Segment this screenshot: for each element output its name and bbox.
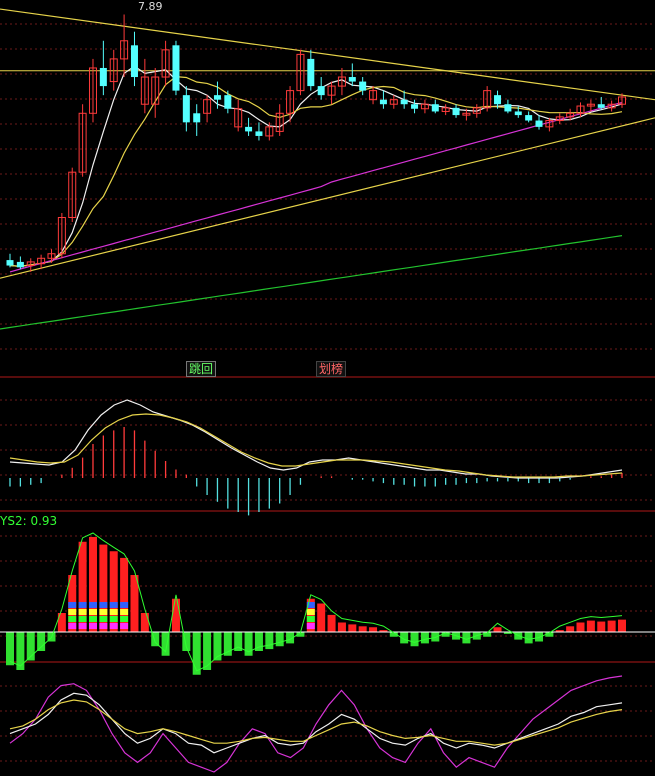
ys2-bar — [192, 632, 201, 675]
macd-dif-line — [9, 399, 623, 479]
ys2-bar — [410, 632, 419, 647]
ys2-bar — [524, 632, 533, 644]
ys2-stack-segment — [109, 609, 118, 615]
ys2-bar — [265, 632, 274, 650]
ys2-bar — [462, 632, 471, 644]
ys2-bar — [337, 622, 346, 632]
high-price-label: 7.89 — [138, 0, 163, 13]
ys2-bar — [317, 603, 326, 632]
ys2-bar — [275, 632, 284, 647]
candle-body — [255, 131, 263, 136]
candle-body — [504, 104, 512, 112]
ys2-bar — [171, 598, 180, 632]
candle-body — [213, 95, 221, 100]
candle-body — [99, 67, 107, 87]
candle-body — [16, 261, 24, 268]
support-trendline — [0, 117, 655, 279]
ys2-bar — [130, 575, 139, 632]
ys2-stack-segment — [306, 609, 315, 615]
ys2-stack-segment — [88, 609, 97, 615]
kdj-j-line — [9, 675, 623, 773]
ys2-bar — [327, 614, 336, 632]
macd-dea-line — [9, 413, 623, 478]
signal-tag-red: 划榜 — [316, 361, 347, 377]
resistance-trendline — [0, 8, 655, 101]
candle-body — [130, 45, 138, 78]
candle-body — [400, 99, 408, 105]
ys2-bar — [420, 632, 429, 644]
ys2-stack-segment — [68, 616, 77, 622]
ma10-line — [9, 75, 623, 268]
ys2-stack-segment — [99, 609, 108, 615]
ys2-stack-segment — [120, 609, 129, 615]
candle-body — [452, 107, 460, 116]
candle-body — [359, 81, 367, 91]
candle-body — [514, 111, 522, 116]
candle-body — [411, 104, 419, 109]
ys2-stack-segment — [120, 602, 129, 608]
ys2-stack-segment — [88, 616, 97, 622]
candle-body — [193, 113, 201, 123]
ys2-bar — [607, 620, 616, 632]
candle-body — [535, 120, 543, 127]
ys2-bar — [358, 626, 367, 632]
ys2-bar — [140, 613, 149, 632]
ys2-bar — [597, 621, 606, 632]
ys2-bar — [566, 626, 575, 632]
candle-body — [182, 95, 190, 123]
ys2-bar — [37, 632, 46, 651]
signal-tag-jump: 跳回 — [186, 361, 217, 377]
candle-body — [224, 95, 232, 109]
candle-body — [525, 115, 533, 121]
candle-body — [348, 77, 356, 82]
ys2-stack-segment — [78, 602, 87, 608]
ys2-stack-segment — [99, 616, 108, 622]
ys2-stack-segment — [109, 616, 118, 622]
ma5-line — [9, 65, 623, 268]
candle-body — [6, 260, 14, 266]
stock-chart — [0, 8, 655, 773]
ys2-bar — [203, 632, 212, 670]
candle-body — [317, 86, 325, 96]
ys2-bar — [369, 627, 378, 632]
ys2-indicator-label: YS2: 0.93 — [0, 514, 58, 528]
ys2-bar — [6, 632, 14, 666]
ys2-stack-segment — [99, 602, 108, 608]
ys2-stack-segment — [120, 623, 129, 629]
candle-body — [379, 99, 387, 105]
ys2-stack-segment — [88, 602, 97, 608]
candle-body — [597, 104, 605, 108]
ys2-stack-segment — [109, 623, 118, 629]
ys2-stack-segment — [120, 616, 129, 622]
ys2-stack-segment — [99, 623, 108, 629]
ys2-stack-segment — [306, 623, 315, 629]
candle-body — [245, 126, 253, 132]
candle-body — [431, 104, 439, 112]
ys2-bar — [586, 620, 595, 632]
candle-body — [494, 95, 502, 105]
ys2-stack-segment — [306, 616, 315, 622]
candle-body — [172, 45, 180, 91]
ma30-line — [9, 101, 623, 273]
ys2-stack-segment — [78, 616, 87, 622]
ys2-stack-segment — [78, 609, 87, 615]
ys2-bar — [618, 619, 626, 632]
ys2-stack-segment — [68, 609, 77, 615]
ys2-bar — [576, 622, 585, 632]
candle-body — [307, 58, 315, 87]
ys2-bar — [348, 624, 357, 632]
ys2-stack-segment — [88, 623, 97, 629]
ys2-stack-segment — [68, 623, 77, 629]
ys2-stack-segment — [78, 623, 87, 629]
ys2-stack-segment — [68, 602, 77, 608]
ys2-bar — [493, 627, 502, 632]
ys2-stack-segment — [109, 602, 118, 608]
